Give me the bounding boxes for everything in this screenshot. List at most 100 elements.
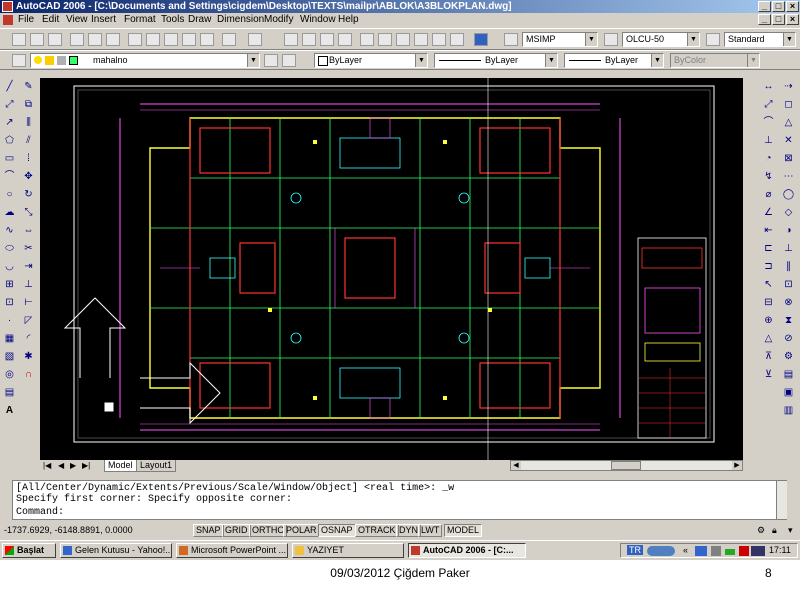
snap-none-icon[interactable]: ⊘ <box>782 332 795 345</box>
calculator-icon[interactable] <box>450 33 464 46</box>
mirror-icon[interactable]: ⫼ <box>22 116 35 129</box>
horizontal-scrollbar[interactable]: ◀ ▶ <box>510 460 743 471</box>
menu-file[interactable]: File <box>18 14 34 26</box>
menu-dimension[interactable]: Dimension <box>217 14 264 26</box>
menu-window[interactable]: Window <box>300 14 336 26</box>
grid-toggle[interactable]: GRID <box>222 524 251 537</box>
multiline-text-icon[interactable]: A <box>3 404 16 417</box>
viewports-icon[interactable]: ▣ <box>782 386 795 399</box>
break-icon[interactable]: ⊥ <box>22 278 35 291</box>
cut-icon[interactable] <box>128 33 142 46</box>
aligned-dimension-icon[interactable]: ⤢ <box>762 98 775 111</box>
move-icon[interactable]: ✥ <box>22 170 35 183</box>
join-icon[interactable]: ⊢ <box>22 296 35 309</box>
network-speed-icon[interactable] <box>647 546 675 556</box>
menu-draw[interactable]: Draw <box>188 14 211 26</box>
ellipse-icon[interactable]: ⬭ <box>3 242 16 255</box>
first-tab-icon[interactable]: |◀ <box>43 461 51 470</box>
menu-insert[interactable]: Insert <box>91 14 116 26</box>
line-icon[interactable]: ╱ <box>3 80 16 93</box>
close-button[interactable]: × <box>786 1 799 12</box>
command-scrollbar[interactable] <box>776 481 787 519</box>
baseline-dimension-icon[interactable]: ⊏ <box>762 242 775 255</box>
snap-endpoint-icon[interactable]: ◻ <box>782 98 795 111</box>
quick-leader-icon[interactable]: ↖ <box>762 278 775 291</box>
expand-tray-icon[interactable]: « <box>683 545 688 555</box>
communication-center-icon[interactable]: ⚙ <box>757 525 765 536</box>
point-icon[interactable]: · <box>3 314 16 327</box>
zoom-realtime-icon[interactable] <box>302 33 316 46</box>
snap-intersection-icon[interactable]: ✕ <box>782 134 795 147</box>
prev-tab-icon[interactable]: ◀ <box>58 461 64 470</box>
publish-icon[interactable] <box>106 33 120 46</box>
center-mark-icon[interactable]: ⊕ <box>762 314 775 327</box>
redo-icon[interactable] <box>248 33 262 46</box>
offset-icon[interactable]: ⫽ <box>22 134 35 147</box>
snap-tangent-icon[interactable]: ◑ <box>782 224 795 237</box>
dimension-update-icon[interactable]: ⊻ <box>762 368 775 381</box>
coordinate-readout[interactable]: -1737.6929, -6148.8891, 0.0000 <box>4 525 133 535</box>
ordinate-dimension-icon[interactable]: ⊥ <box>762 134 775 147</box>
new-file-icon[interactable] <box>12 33 26 46</box>
sheet-set-icon[interactable] <box>414 33 428 46</box>
messenger-icon[interactable] <box>695 546 707 556</box>
rectangle-icon[interactable]: ▭ <box>3 152 16 165</box>
osnap-settings-icon[interactable]: ⚙ <box>782 350 795 363</box>
dim-style-select[interactable]: OLCU-50 ▼ <box>622 32 700 47</box>
linetype-select[interactable]: ByLayer ▼ <box>434 53 558 68</box>
copy-object-icon[interactable]: ⧉ <box>22 98 35 111</box>
snap-extension-icon[interactable]: ⋯ <box>782 170 795 183</box>
revision-cloud-icon[interactable]: ☁ <box>3 206 16 219</box>
diameter-dimension-icon[interactable]: ⌀ <box>762 188 775 201</box>
tolerance-icon[interactable]: ⊟ <box>762 296 775 309</box>
minimize-button[interactable]: _ <box>758 1 771 12</box>
menu-help[interactable]: Help <box>338 14 359 26</box>
trim-icon[interactable]: ✂ <box>22 242 35 255</box>
doc-close-button[interactable]: × <box>786 14 799 25</box>
region-icon[interactable]: ◎ <box>3 368 16 381</box>
insert-block-icon[interactable]: ⊞ <box>3 278 16 291</box>
zoom-previous-icon[interactable] <box>338 33 352 46</box>
explode-icon[interactable]: ✱ <box>22 350 35 363</box>
gradient-icon[interactable]: ▧ <box>3 350 16 363</box>
markup-icon[interactable] <box>432 33 446 46</box>
last-tab-icon[interactable]: ▶| <box>82 461 90 470</box>
dimension-text-edit-icon[interactable]: ⊼ <box>762 350 775 363</box>
menu-view[interactable]: View <box>66 14 88 26</box>
temp-track-point-icon[interactable]: ⇢ <box>782 80 795 93</box>
snap-apparent-icon[interactable]: ⊠ <box>782 152 795 165</box>
task-autocad[interactable]: AutoCAD 2006 - [C:... <box>408 543 526 558</box>
arc-length-icon[interactable]: ⌒ <box>762 116 775 129</box>
lock-icon[interactable]: 🔒︎ <box>772 525 777 536</box>
scroll-thumb[interactable] <box>611 461 641 470</box>
open-file-icon[interactable] <box>30 33 44 46</box>
maximize-button[interactable]: □ <box>772 1 785 12</box>
quick-dimension-icon[interactable]: ⇤ <box>762 224 775 237</box>
linear-dimension-icon[interactable]: ↔ <box>762 80 775 93</box>
snap-insert-icon[interactable]: ⊡ <box>782 278 795 291</box>
table-style-select[interactable]: Standard ▼ <box>724 32 796 47</box>
start-button[interactable]: Başlat <box>2 543 56 558</box>
document-icon[interactable] <box>3 15 13 25</box>
snap-toggle[interactable]: SNAP <box>193 524 224 537</box>
construction-line-icon[interactable]: ⤢ <box>3 98 16 111</box>
model-toggle[interactable]: MODEL <box>444 524 483 537</box>
task-powerpoint[interactable]: Microsoft PowerPoint ... <box>176 543 288 558</box>
snap-parallel-icon[interactable]: ∥ <box>782 260 795 273</box>
otrack-toggle[interactable]: OTRACK <box>355 524 399 537</box>
command-window[interactable]: [All/Center/Dynamic/Extents/Previous/Sca… <box>12 480 787 520</box>
fillet-icon[interactable]: ◜ <box>22 332 35 345</box>
lwt-toggle[interactable]: LWT <box>418 524 443 537</box>
tool-palettes-icon[interactable] <box>396 33 410 46</box>
layer-manager-icon[interactable] <box>12 54 26 67</box>
plot-preview-icon[interactable] <box>88 33 102 46</box>
antivirus-icon[interactable] <box>739 546 749 556</box>
battery-icon[interactable] <box>725 549 735 555</box>
color-select[interactable]: ByLayer ▼ <box>314 53 428 68</box>
clock[interactable]: 17:11 <box>769 545 791 555</box>
polar-toggle[interactable]: POLAR <box>283 524 320 537</box>
rotate-icon[interactable]: ↻ <box>22 188 35 201</box>
language-indicator[interactable]: TR <box>627 545 643 555</box>
plot-icon[interactable] <box>70 33 84 46</box>
doc-minimize-button[interactable]: _ <box>758 14 771 25</box>
